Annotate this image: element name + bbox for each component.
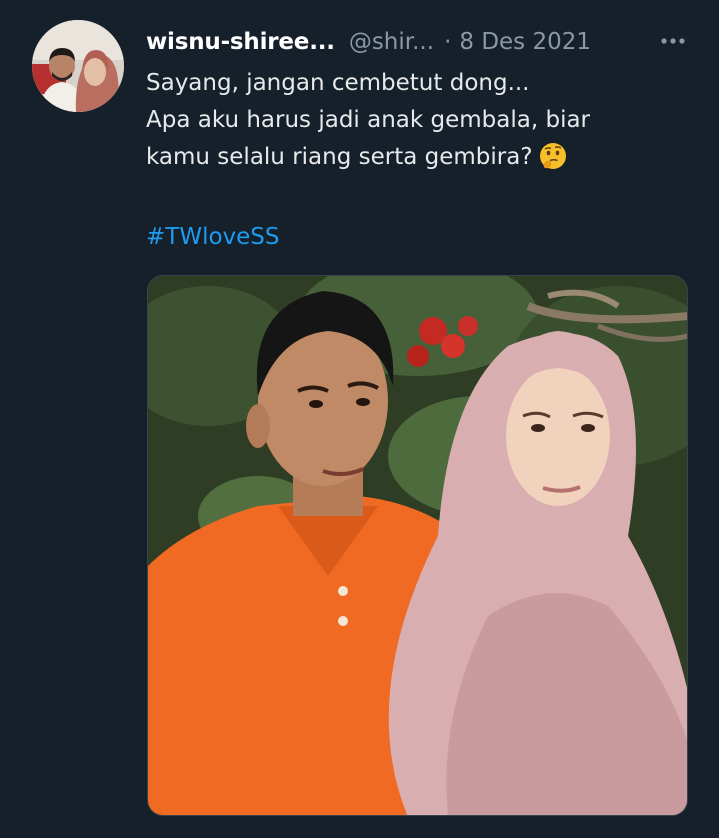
tweet-text: Sayang, jangan cembetut dong... Apa aku … [146,65,691,256]
thinking-face-icon [539,142,567,182]
tweet-date[interactable]: 8 Des 2021 [459,29,591,55]
hashtag-link[interactable]: #TWloveSS [146,224,280,250]
tweet-text-line-3: kamu selalu riang serta gembira? [146,144,533,170]
avatar[interactable] [32,20,124,112]
author-handle[interactable]: @shir... [349,29,434,55]
tweet-text-line-3-wrap: kamu selalu riang serta gembira? [146,139,691,182]
tweet-text-line-1: Sayang, jangan cembetut dong... [146,70,530,96]
more-options-button[interactable] [656,24,690,58]
tweet-content: wisnu-shiree... @shir... · 8 Des 2021 Sa… [146,22,691,256]
tweet-text-line-2: Apa aku harus jadi anak gembala, biar [146,107,591,133]
author-name[interactable]: wisnu-shiree... [146,29,335,55]
tweet-header: wisnu-shiree... @shir... · 8 Des 2021 [146,22,691,62]
header-separator: · [444,29,452,55]
tweet-photo[interactable] [147,275,688,816]
more-horizontal-icon [661,38,685,44]
tweet: wisnu-shiree... @shir... · 8 Des 2021 Sa… [0,0,719,838]
